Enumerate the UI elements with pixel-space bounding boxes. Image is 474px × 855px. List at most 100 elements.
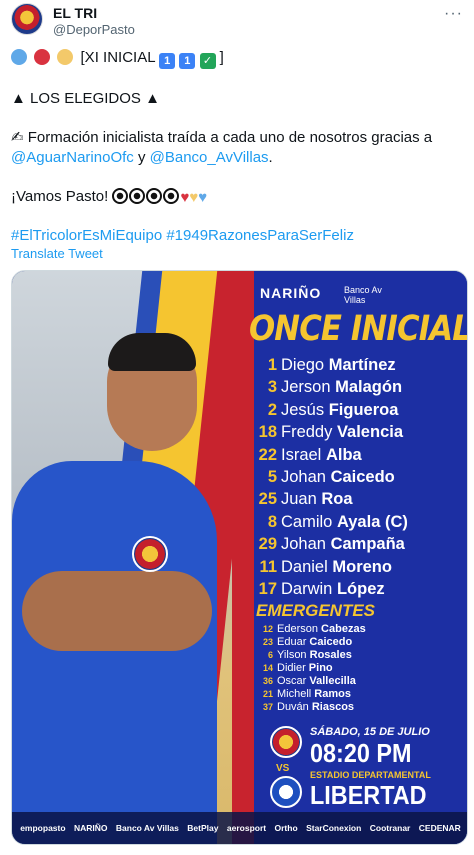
- translate-tweet-link[interactable]: Translate Tweet: [11, 246, 103, 261]
- sub-number: 23: [262, 637, 273, 647]
- list-item: 14 Didier Pino: [257, 662, 457, 675]
- player-first-name: Jerson: [281, 378, 331, 397]
- xi-inicial-close: ]: [219, 49, 224, 66]
- sponsor-logo: CEDENAR: [418, 823, 461, 833]
- player-hair: [108, 333, 196, 371]
- soccer-ball-icon: [163, 188, 180, 204]
- soccer-ball-icon: [112, 188, 129, 204]
- volcano-icon: ▲: [145, 90, 160, 107]
- poster-title: ONCE INICIAL: [249, 309, 468, 349]
- sub-number: 14: [262, 663, 273, 673]
- list-item: 11 Daniel Moreno: [255, 558, 455, 580]
- player-first-name: Johan: [281, 535, 326, 554]
- list-item: 21 Michell Ramos: [257, 688, 457, 701]
- player-first-name: Juan: [281, 490, 317, 509]
- sub-number: 37: [262, 702, 273, 712]
- sub-last-name: Caicedo: [309, 636, 353, 648]
- avatar[interactable]: [11, 3, 43, 35]
- sub-last-name: Vallecilla: [309, 675, 356, 687]
- soccer-ball-icon: [146, 188, 163, 204]
- sub-last-name: Riascos: [311, 701, 355, 713]
- player-first-name: Johan: [281, 467, 326, 486]
- sub-last-name: Cabezas: [321, 623, 366, 635]
- player-last-name: Figueroa: [328, 400, 399, 419]
- author-handle[interactable]: @DeporPasto: [53, 22, 135, 37]
- sub-number: 12: [262, 624, 273, 634]
- sponsor-logo: empopasto: [20, 823, 66, 833]
- stadium-name: LIBERTAD: [310, 780, 427, 810]
- sub-first-name: Eduar: [277, 636, 307, 648]
- sub-first-name: Oscar: [277, 675, 307, 687]
- blue-heart-icon: ♥: [198, 189, 208, 206]
- list-item: 3 Jerson Malagón: [255, 378, 455, 400]
- author-name[interactable]: EL TRI: [53, 5, 97, 21]
- list-item: 36 Oscar Vallecilla: [257, 675, 457, 688]
- sub-number: 36: [262, 676, 273, 686]
- vs-label: VS: [276, 763, 290, 774]
- starting-lineup-list: 1 Diego Martínez 3 Jerson Malagón 2 Jesús F…: [255, 356, 455, 602]
- volcano-icon: ▲: [11, 90, 26, 107]
- tweet-line-elegidos: ▲ LOS ELEGIDOS ▲: [11, 89, 463, 109]
- player-number: 22: [258, 445, 277, 464]
- sponsor-narino: NARIÑO: [260, 285, 322, 301]
- lineup-poster-image[interactable]: NARIÑO Banco Av Villas ONCE INICIAL 1 Die…: [11, 270, 468, 845]
- player-number: 18: [258, 423, 277, 442]
- check-mark-icon: ✓: [199, 53, 216, 69]
- sub-number: 21: [262, 689, 273, 699]
- list-item: 2 Jesús Figueroa: [255, 401, 455, 423]
- list-item: 8 Camilo Ayala (C): [255, 513, 455, 535]
- hashtags[interactable]: #ElTricolorEsMiEquipo #1949RazonesParaSe…: [11, 226, 463, 246]
- yellow-heart-icon: ♥: [189, 189, 199, 206]
- player-number: 8: [267, 512, 277, 531]
- mention-aguar[interactable]: @AguarNarinoOfc: [11, 149, 134, 166]
- player-last-name: Alba: [325, 445, 362, 464]
- player-arms: [22, 571, 212, 651]
- list-item: 25 Juan Roa: [255, 490, 455, 512]
- player-last-name: Caicedo: [330, 467, 395, 486]
- substitutes-title: EMERGENTES: [256, 601, 376, 620]
- player-first-name: Diego: [281, 356, 325, 374]
- list-item: 29 Johan Campaña: [255, 535, 455, 557]
- red-heart-icon: ♥: [180, 189, 190, 206]
- away-crest-icon: [270, 776, 302, 808]
- list-item: 6 Yilson Rosales: [257, 649, 457, 662]
- player-last-name: Malagón: [335, 378, 403, 397]
- writing-hand-icon: ✍: [11, 129, 24, 146]
- xi-inicial-text: [XI INICIAL: [80, 49, 160, 66]
- tweet-line-formacion: ✍ Formación inicialista traída a cada un…: [11, 128, 463, 168]
- more-options-icon[interactable]: ···: [444, 5, 463, 23]
- player-first-name: Israel: [281, 445, 322, 464]
- list-item: 12 Ederson Cabezas: [257, 623, 457, 636]
- sub-first-name: Ederson: [277, 623, 318, 635]
- sponsor-footer: empopasto NARIÑO Banco Av Villas BetPlay…: [12, 812, 467, 844]
- player-number: 3: [267, 378, 277, 397]
- player-number: 5: [267, 467, 277, 486]
- player-first-name: Camilo: [281, 512, 333, 531]
- vamos-text: ¡Vamos Pasto!: [11, 188, 113, 205]
- player-first-name: Daniel: [281, 557, 328, 576]
- player-number: 17: [258, 579, 277, 598]
- player-photo: [12, 271, 263, 844]
- player-number: 11: [259, 557, 277, 576]
- club-crest-icon: [132, 536, 168, 572]
- list-item: 18 Freddy Valencia: [255, 423, 455, 445]
- tweet-line-xi-inicial: [XI INICIAL 1 1 ✓ ]: [11, 48, 463, 69]
- home-crest-icon: [270, 726, 302, 758]
- red-circle-icon: [34, 49, 51, 65]
- player-last-name: Roa: [321, 490, 353, 509]
- connector-text: y: [133, 149, 150, 166]
- sponsor-logo: Cootranar: [369, 823, 411, 833]
- list-item: 17 Darwin López: [255, 580, 455, 602]
- player-last-name: Moreno: [332, 557, 392, 576]
- sponsor-bank: Banco Av Villas: [344, 285, 382, 305]
- sponsor-logo: StarConexion: [306, 823, 362, 833]
- sub-last-name: Pino: [308, 662, 333, 674]
- sponsor-logo: NARIÑO: [73, 823, 108, 833]
- elegidos-text: LOS ELEGIDOS: [30, 90, 141, 107]
- list-item: 5 Johan Caicedo: [255, 468, 455, 490]
- player-first-name: Jesús: [281, 400, 325, 419]
- stadium-label: ESTADIO DEPARTAMENTAL: [310, 770, 431, 780]
- player-shirt: [12, 461, 217, 844]
- mention-banco[interactable]: @Banco_AvVillas: [150, 149, 269, 166]
- sub-first-name: Yilson: [277, 649, 307, 661]
